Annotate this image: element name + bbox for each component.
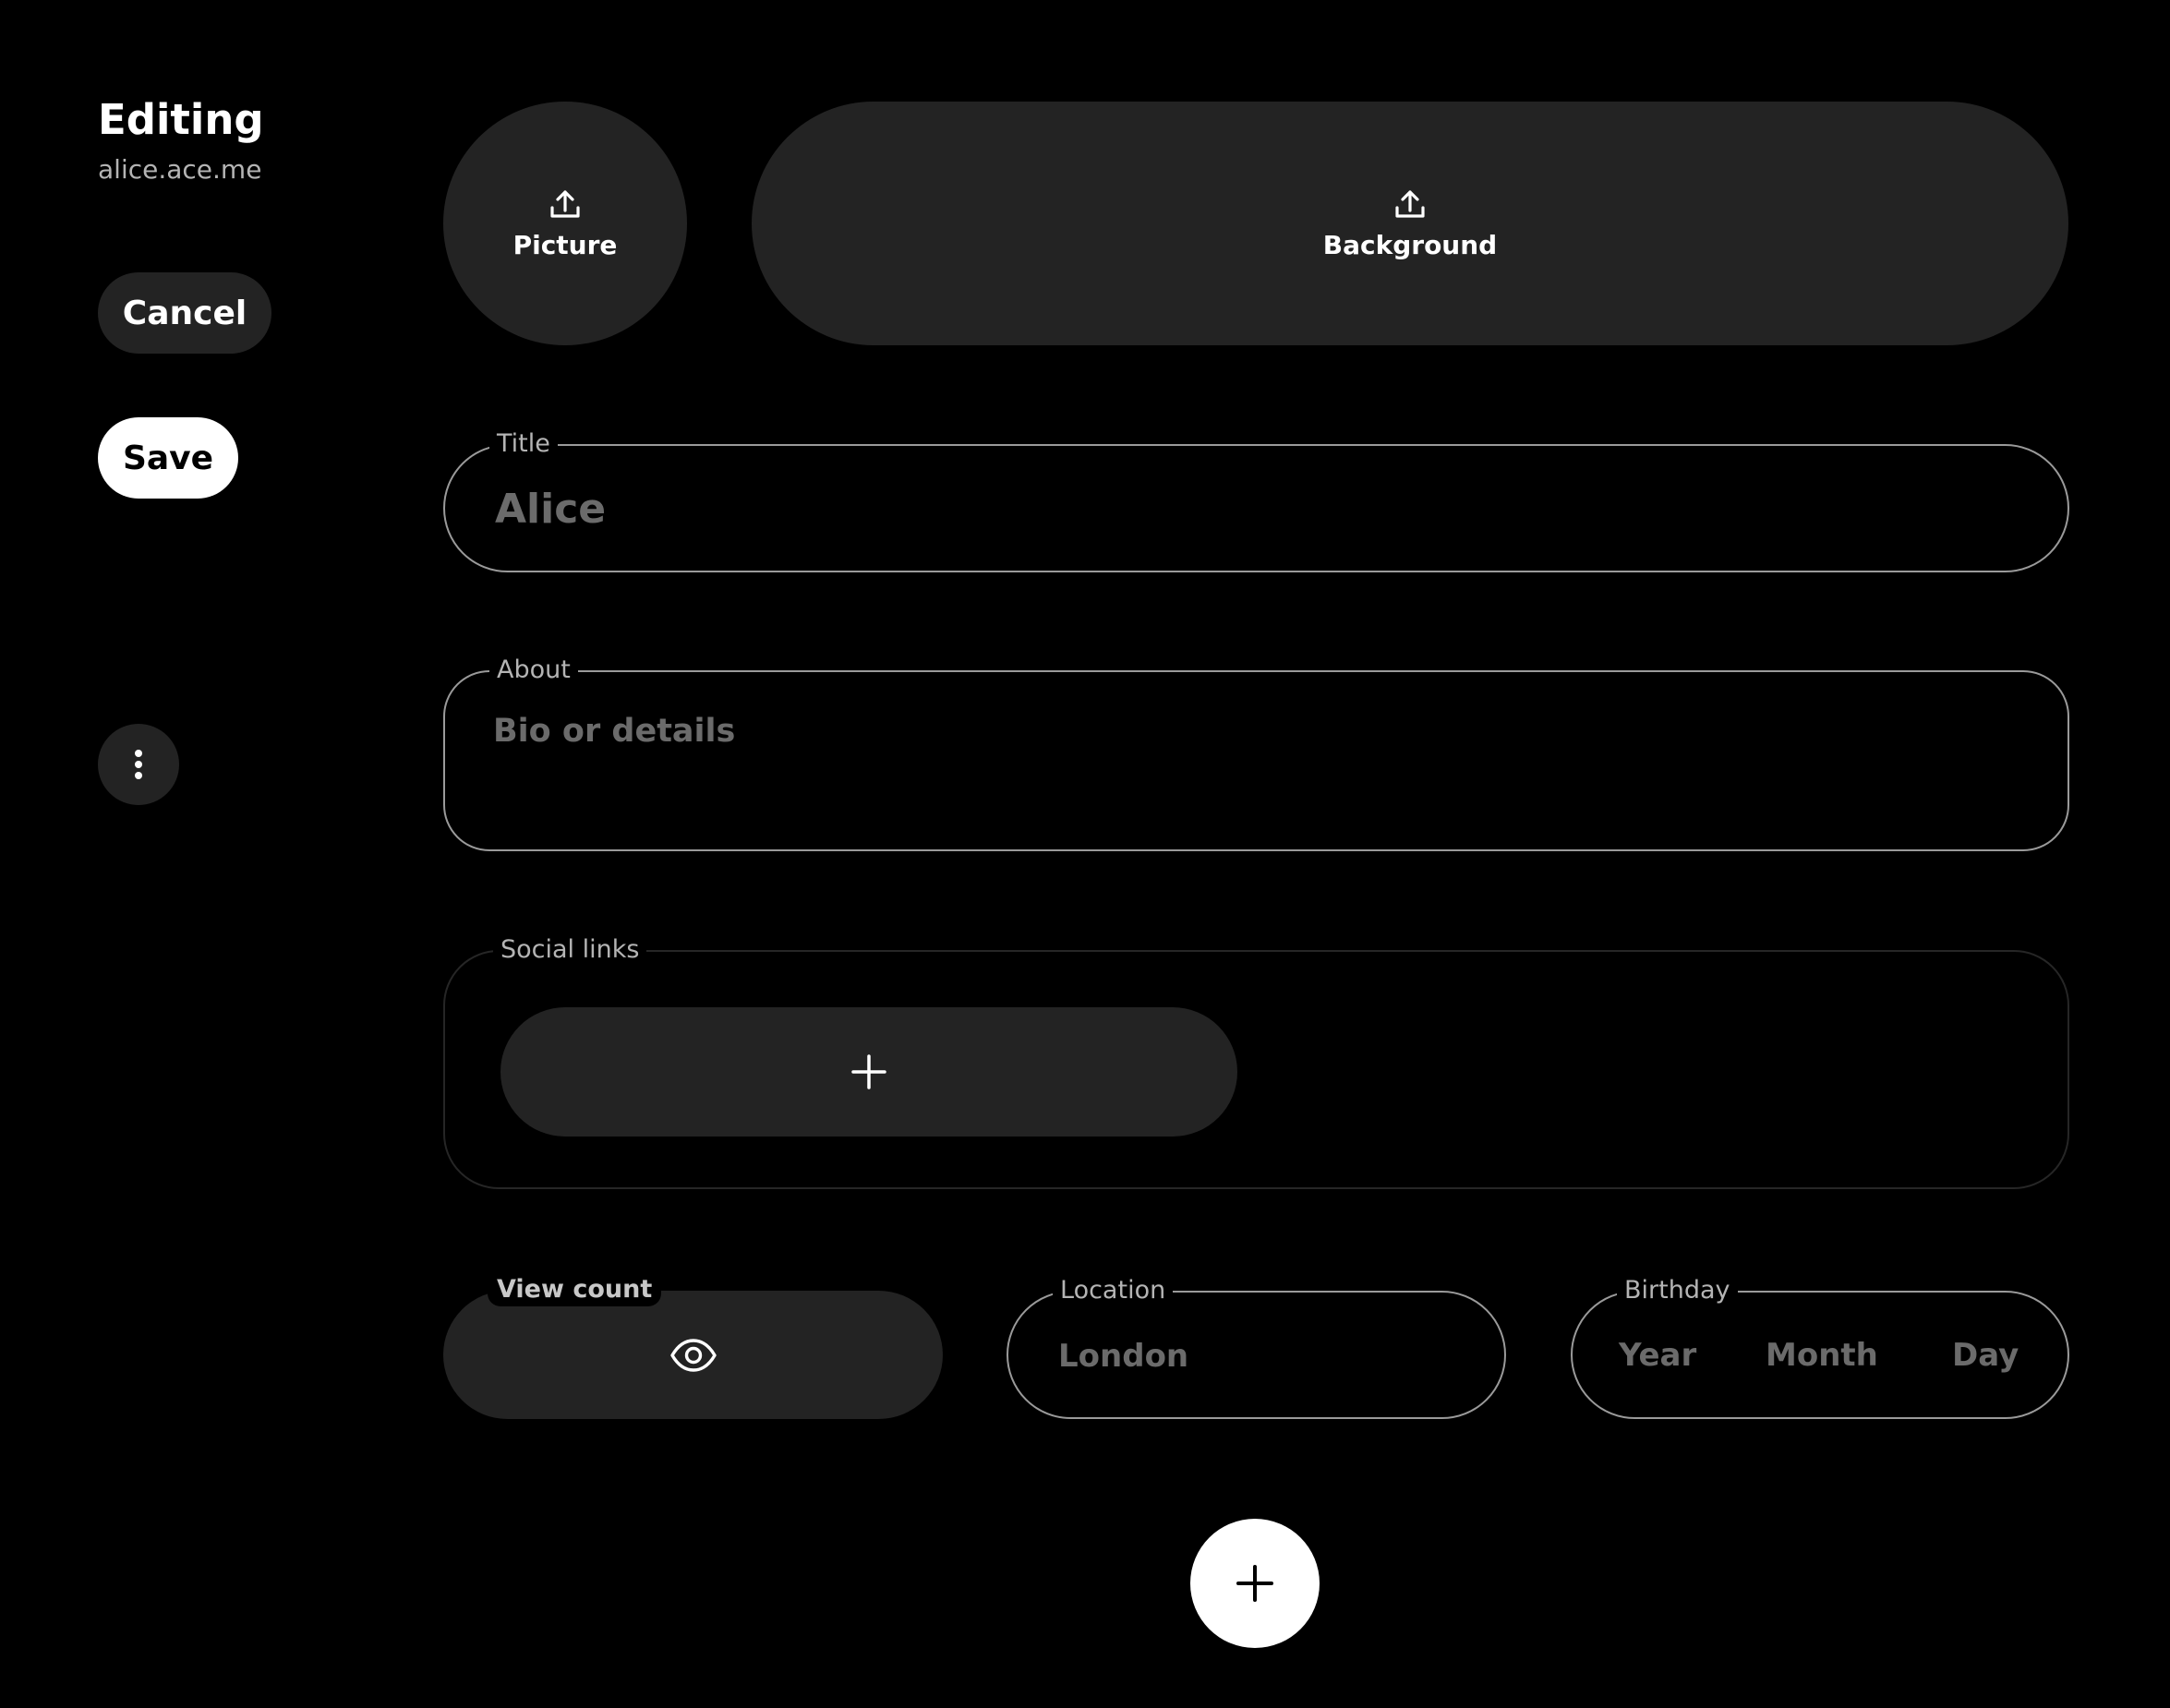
more-vertical-icon — [135, 750, 142, 779]
upload-background-label: Background — [1322, 229, 1498, 260]
eye-icon — [669, 1338, 717, 1372]
add-social-link-button[interactable] — [500, 1007, 1237, 1137]
more-options-button[interactable] — [98, 724, 179, 805]
about-field-label: About — [489, 655, 578, 686]
birthday-year-input[interactable]: Year — [1619, 1293, 1696, 1417]
save-button[interactable]: Save — [98, 417, 238, 499]
about-field: About — [443, 655, 2069, 851]
upload-background-button[interactable]: Background — [752, 102, 2068, 345]
cancel-button[interactable]: Cancel — [98, 272, 271, 354]
page-url: alice.ace.me — [98, 154, 262, 185]
title-input[interactable] — [493, 446, 1974, 572]
title-field: Title — [443, 428, 2069, 572]
about-textarea[interactable] — [493, 713, 2007, 824]
upload-picture-button[interactable]: Picture — [443, 102, 687, 345]
social-links-section: Social links — [443, 934, 2069, 1189]
location-field: Location — [1007, 1275, 1506, 1419]
view-count-label: View count — [488, 1273, 662, 1306]
birthday-field: Birthday Year Month Day — [1571, 1275, 2069, 1419]
birthday-month-input[interactable]: Month — [1766, 1293, 1878, 1417]
upload-icon — [1395, 189, 1425, 218]
social-links-label: Social links — [493, 934, 647, 966]
upload-picture-label: Picture — [512, 229, 618, 260]
page-title: Editing — [98, 95, 264, 144]
upload-icon — [550, 189, 580, 218]
location-input[interactable] — [1056, 1293, 1466, 1419]
birthday-day-input[interactable]: Day — [1952, 1293, 2019, 1417]
add-section-button[interactable] — [1190, 1519, 1320, 1648]
plus-icon — [1236, 1565, 1273, 1602]
view-count-toggle[interactable]: View count — [443, 1273, 943, 1419]
plus-icon — [851, 1054, 886, 1089]
